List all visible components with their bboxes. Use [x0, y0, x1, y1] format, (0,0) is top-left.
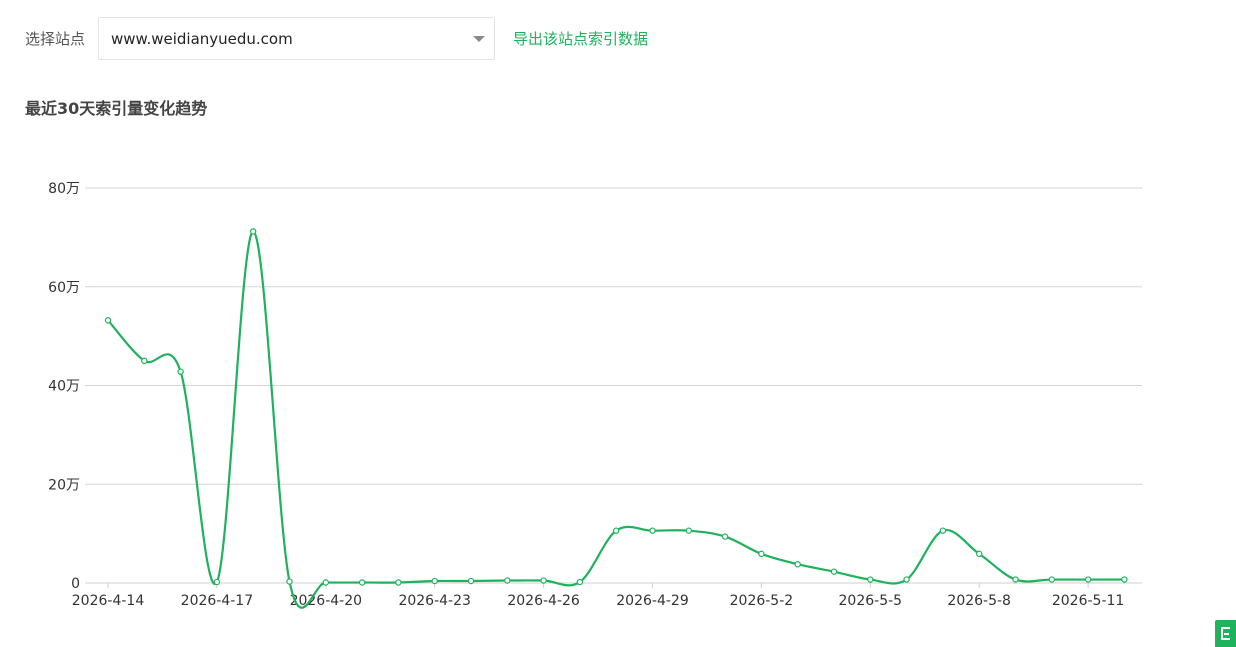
x-tick-label: 2026-4-14	[72, 593, 145, 609]
x-tick-label: 2026-5-5	[839, 593, 903, 609]
data-point	[286, 578, 293, 585]
data-point	[213, 578, 221, 586]
y-tick-label: 60万	[48, 280, 80, 296]
data-point	[467, 577, 475, 585]
x-tick-label: 2026-4-26	[507, 593, 580, 609]
index-trend-chart: 020万40万60万80万2026-4-14 2026-4-17 2026-4-20…	[48, 181, 1142, 609]
data-point	[358, 579, 366, 586]
data-point	[1012, 576, 1019, 583]
y-tick-label: 20万	[48, 477, 80, 493]
feedback-icon	[1221, 627, 1230, 640]
data-point	[504, 577, 511, 584]
data-point	[576, 578, 584, 586]
data-point	[540, 577, 547, 584]
data-point	[794, 561, 801, 568]
data-point	[1084, 576, 1092, 583]
data-point	[758, 550, 765, 558]
data-point	[976, 550, 983, 558]
data-point	[431, 577, 438, 585]
data-point	[721, 533, 729, 540]
data-point	[649, 527, 656, 534]
data-point	[685, 527, 693, 534]
x-tick-label: 2026-4-17	[181, 593, 253, 609]
data-point	[141, 357, 148, 365]
x-tick-label: 2026-5-2	[730, 593, 794, 609]
data-point	[322, 579, 329, 586]
data-point	[939, 527, 947, 534]
feedback-button[interactable]	[1215, 620, 1236, 647]
x-tick-label: 2026-4-29	[616, 593, 688, 609]
data-point	[1121, 576, 1128, 583]
x-tick-label: 2026-5-8	[947, 593, 1011, 609]
data-point	[830, 568, 838, 575]
x-tick-label: 2026-4-23	[398, 593, 470, 609]
y-tick-label: 40万	[48, 379, 80, 395]
data-point	[177, 368, 184, 375]
data-point	[395, 579, 402, 586]
data-point	[867, 576, 874, 583]
data-point	[903, 576, 910, 583]
y-tick-label: 0	[71, 576, 80, 592]
data-point	[613, 527, 620, 534]
series-line	[107, 230, 1125, 609]
y-tick-label: 80万	[48, 181, 80, 197]
x-tick-label: 2026-5-11	[1052, 593, 1124, 609]
data-point	[1048, 576, 1056, 583]
data-point	[249, 228, 257, 235]
data-point	[104, 317, 112, 324]
